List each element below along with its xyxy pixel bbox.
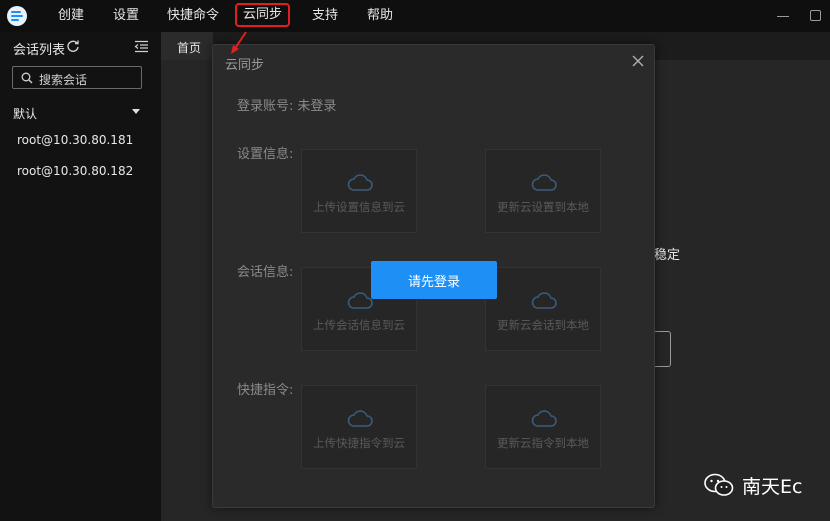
cloud-icon — [347, 292, 373, 309]
sessions-section-label: 会话信息: — [237, 265, 294, 280]
menu-create[interactable]: 创建 — [58, 8, 84, 24]
download-settings-label: 更新云设置到本地 — [497, 200, 589, 214]
cloud-icon — [531, 292, 557, 309]
sidebar: 会话列表 搜索会话 默认 root@10.30.80.181 root@10.3… — [0, 32, 161, 521]
account-label: 登录账号: — [237, 99, 294, 114]
upload-shortcuts-label: 上传快捷指令到云 — [313, 436, 405, 450]
dialog-title: 云同步 — [225, 58, 265, 73]
upload-settings-label: 上传设置信息到云 — [313, 200, 405, 214]
cloud-icon — [531, 410, 557, 427]
wechat-icon — [704, 473, 734, 496]
menu-cloud-sync[interactable]: 云同步 — [234, 3, 291, 27]
tab-home-label: 首页 — [177, 41, 202, 55]
shortcuts-section-label: 快捷指令: — [237, 383, 294, 398]
watermark: 南天Ec — [704, 472, 802, 498]
cloud-sync-dialog: 云同步 登录账号: 未登录 设置信息: 上传设置信息到云 更新云设置到本地 会话信… — [212, 44, 655, 508]
download-shortcuts-label: 更新云指令到本地 — [497, 436, 589, 450]
main-status-text: 稳定 — [654, 248, 681, 263]
account-row: 登录账号: 未登录 — [237, 95, 336, 114]
watermark-text: 南天Ec — [742, 475, 803, 498]
main-input-edge — [653, 331, 671, 367]
menu-help[interactable]: 帮助 — [367, 8, 393, 24]
login-button[interactable]: 请先登录 — [371, 261, 497, 299]
close-icon[interactable] — [632, 55, 644, 67]
account-value: 未登录 — [297, 99, 337, 114]
session-item[interactable]: root@10.30.80.182 — [17, 164, 133, 178]
session-item[interactable]: root@10.30.80.181 — [17, 133, 133, 147]
search-placeholder: 搜索会话 — [39, 73, 88, 87]
caret-down-icon[interactable] — [132, 109, 140, 114]
refresh-icon[interactable] — [66, 39, 80, 53]
tab-home[interactable]: 首页 — [161, 32, 213, 60]
menu-shortcuts[interactable]: 快捷命令 — [167, 8, 219, 24]
download-sessions-card[interactable]: 更新云会话到本地 — [485, 267, 601, 351]
cloud-icon — [531, 174, 557, 191]
search-icon — [21, 72, 33, 84]
cloud-icon — [347, 410, 373, 427]
search-input[interactable]: 搜索会话 — [12, 66, 142, 89]
upload-shortcuts-card[interactable]: 上传快捷指令到云 — [301, 385, 417, 469]
menu-support[interactable]: 支持 — [312, 8, 338, 24]
download-sessions-label: 更新云会话到本地 — [497, 318, 589, 332]
upload-sessions-label: 上传会话信息到云 — [313, 318, 405, 332]
minimize-button[interactable] — [776, 9, 790, 23]
download-shortcuts-card[interactable]: 更新云指令到本地 — [485, 385, 601, 469]
menu-bar: 创建 设置 快捷命令 云同步 支持 帮助 — [0, 0, 830, 32]
group-default[interactable]: 默认 — [13, 105, 37, 122]
settings-section-label: 设置信息: — [237, 147, 294, 162]
upload-settings-card[interactable]: 上传设置信息到云 — [301, 149, 417, 233]
annotation-arrow-icon — [231, 31, 247, 54]
app-logo-icon — [7, 6, 27, 26]
sidebar-title: 会话列表 — [13, 43, 66, 58]
cloud-icon — [347, 174, 373, 191]
maximize-button[interactable] — [810, 10, 821, 21]
download-settings-card[interactable]: 更新云设置到本地 — [485, 149, 601, 233]
collapse-sidebar-icon[interactable] — [134, 40, 149, 53]
menu-settings[interactable]: 设置 — [113, 8, 139, 24]
